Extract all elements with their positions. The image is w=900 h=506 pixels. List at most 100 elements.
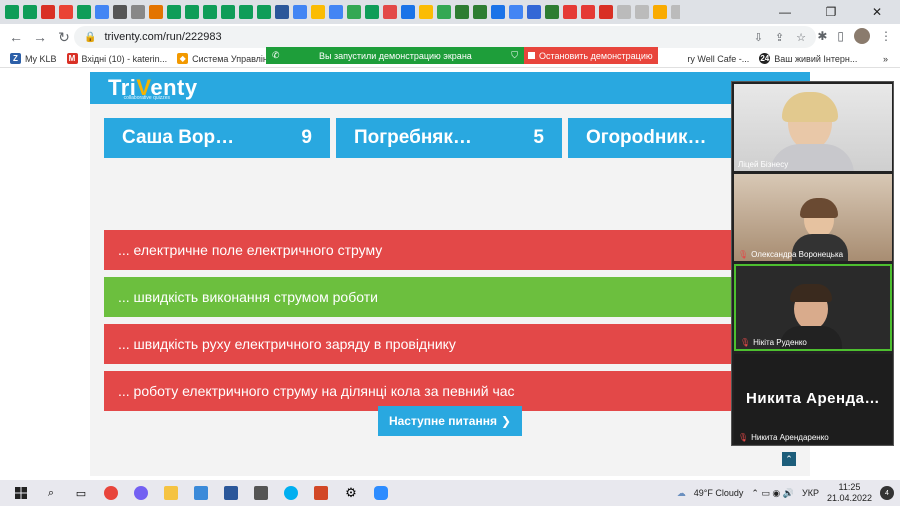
url-text[interactable]: triventy.com/run/222983 bbox=[104, 31, 221, 43]
tab[interactable] bbox=[527, 5, 541, 19]
tab[interactable] bbox=[617, 5, 631, 19]
bookmark-item[interactable]: 24 Ваш живий Інтерн... bbox=[759, 53, 857, 64]
tab[interactable] bbox=[563, 5, 577, 19]
tab[interactable] bbox=[5, 5, 19, 19]
video-tile[interactable]: Ліцей Бізнесу bbox=[734, 84, 892, 171]
video-tile[interactable]: 🎙 Олександра Воронецька bbox=[734, 174, 892, 261]
task-view-icon[interactable]: ▭ bbox=[68, 482, 94, 504]
tab[interactable] bbox=[545, 5, 559, 19]
bookmark-item[interactable]: Z My KLB bbox=[10, 53, 57, 64]
tab[interactable] bbox=[347, 5, 361, 19]
tab[interactable] bbox=[77, 5, 91, 19]
tab[interactable] bbox=[401, 5, 415, 19]
tab[interactable] bbox=[167, 5, 181, 19]
word-app-icon[interactable] bbox=[218, 482, 244, 504]
bookmarks-more-icon[interactable]: » bbox=[883, 54, 888, 64]
settings-gear-icon[interactable]: ⚙ bbox=[338, 482, 364, 504]
video-tile-active-speaker[interactable]: 🎙 Нікіта Руденко bbox=[734, 264, 892, 351]
tab[interactable] bbox=[329, 5, 343, 19]
tab[interactable] bbox=[41, 5, 55, 19]
minimize-button[interactable]: — bbox=[762, 0, 808, 24]
tab[interactable] bbox=[257, 5, 271, 19]
tab[interactable] bbox=[185, 5, 199, 19]
profile-avatar[interactable] bbox=[854, 28, 870, 44]
calculator-app-icon[interactable] bbox=[248, 482, 274, 504]
bookmark-item[interactable]: M Вхідні (10) - katerin... bbox=[66, 53, 167, 64]
scroll-top-button[interactable]: ⌃ bbox=[782, 452, 796, 466]
clock[interactable]: 11:25 21.04.2022 bbox=[827, 482, 872, 504]
answer-text: ... роботу електричного струму на ділянц… bbox=[118, 383, 515, 399]
participant-name-text: Никита Арендаренко bbox=[751, 433, 829, 442]
notifications-badge[interactable]: 4 bbox=[880, 486, 894, 500]
bookmark-item[interactable]: ◆ Система Управлін... bbox=[177, 53, 275, 64]
gmail-icon: M bbox=[66, 53, 78, 64]
tab[interactable] bbox=[23, 5, 37, 19]
lock-icon[interactable]: 🔒 bbox=[84, 32, 96, 43]
tab[interactable] bbox=[509, 5, 523, 19]
tab[interactable] bbox=[581, 5, 595, 19]
search-icon[interactable]: ⌕ bbox=[38, 482, 64, 504]
powerpoint-app-icon[interactable] bbox=[308, 482, 334, 504]
tab[interactable] bbox=[365, 5, 379, 19]
skype-app-icon[interactable] bbox=[278, 482, 304, 504]
participant-placeholder-name: Никита Аренда… bbox=[746, 390, 880, 407]
weather-text[interactable]: 49°F Cloudy bbox=[694, 488, 744, 498]
tab[interactable] bbox=[59, 5, 73, 19]
cloud-icon: ☁ bbox=[676, 487, 686, 498]
video-tile[interactable]: Никита Аренда… 🎙 Никита Арендаренко bbox=[734, 354, 892, 444]
tab[interactable] bbox=[131, 5, 145, 19]
back-arrow-icon[interactable]: ← bbox=[4, 29, 28, 45]
chrome-app-icon[interactable] bbox=[98, 482, 124, 504]
zoom-app-icon[interactable] bbox=[368, 482, 394, 504]
quiz-stage: TriVenty collaborative quizzes Саша Вор…… bbox=[90, 72, 810, 476]
tab[interactable] bbox=[203, 5, 217, 19]
answer-option-correct[interactable]: ... швидкість виконання струмом роботи bbox=[104, 277, 744, 317]
score-card: Погребняк… 5 bbox=[336, 118, 562, 158]
system-tray: ☁ 49°F Cloudy ⌃ ▭ ◉ 🔊 УКР 11:25 21.04.20… bbox=[677, 480, 900, 506]
answer-option[interactable]: ... роботу електричного струму на ділянц… bbox=[104, 371, 744, 411]
tab[interactable] bbox=[437, 5, 451, 19]
next-question-button[interactable]: Наступне питання ❯ bbox=[378, 406, 522, 436]
tab[interactable] bbox=[491, 5, 505, 19]
bookmark-item[interactable]: ry Well Cafe -... bbox=[687, 54, 749, 64]
viber-app-icon[interactable] bbox=[128, 482, 154, 504]
tab[interactable] bbox=[311, 5, 325, 19]
language-indicator[interactable]: УКР bbox=[802, 488, 819, 498]
sidepanel-icon[interactable]: ▯ bbox=[837, 29, 844, 43]
tab[interactable] bbox=[95, 5, 109, 19]
answer-option[interactable]: ... швидкість руху електричного заряду в… bbox=[104, 324, 744, 364]
menu-dots-icon[interactable]: ⋮ bbox=[880, 29, 892, 43]
share-icon[interactable]: ⇪ bbox=[775, 31, 784, 44]
tab[interactable] bbox=[275, 5, 289, 19]
extensions-icon[interactable]: ✱ bbox=[817, 29, 827, 43]
tab[interactable] bbox=[239, 5, 253, 19]
share-message: Вы запустили демонстрацию экрана bbox=[318, 50, 472, 61]
windows-start-icon[interactable] bbox=[8, 482, 34, 504]
download-icon[interactable]: ⇩ bbox=[754, 31, 763, 44]
tab[interactable] bbox=[473, 5, 487, 19]
stop-icon bbox=[528, 52, 535, 59]
star-icon[interactable]: ☆ bbox=[796, 31, 806, 44]
stop-sharing-button[interactable]: Остановить демонстрацию bbox=[524, 47, 658, 64]
address-bar[interactable]: 🔒 triventy.com/run/222983 ⇩ ⇪ ☆ bbox=[74, 26, 816, 48]
tab[interactable] bbox=[383, 5, 397, 19]
reload-icon[interactable]: ↻ bbox=[52, 29, 76, 46]
tab[interactable] bbox=[149, 5, 163, 19]
tab[interactable] bbox=[419, 5, 433, 19]
close-window-button[interactable]: ✕ bbox=[854, 0, 900, 24]
tab[interactable] bbox=[293, 5, 307, 19]
explorer-app-icon[interactable] bbox=[158, 482, 184, 504]
tab[interactable] bbox=[653, 5, 667, 19]
maximize-button[interactable]: ❐ bbox=[808, 0, 854, 24]
tab[interactable] bbox=[599, 5, 613, 19]
answer-option[interactable]: ... електричне поле електричного струму bbox=[104, 230, 744, 270]
photos-app-icon[interactable] bbox=[188, 482, 214, 504]
tab[interactable] bbox=[113, 5, 127, 19]
tray-icons[interactable]: ⌃ ▭ ◉ 🔊 bbox=[751, 488, 794, 499]
tab[interactable] bbox=[671, 5, 680, 19]
forward-arrow-icon[interactable]: → bbox=[28, 29, 52, 45]
scoreboard: Саша Вор… 9 Погребняк… 5 Огороdник… bbox=[104, 118, 794, 158]
tab[interactable] bbox=[221, 5, 235, 19]
tab[interactable] bbox=[635, 5, 649, 19]
tab[interactable] bbox=[455, 5, 469, 19]
